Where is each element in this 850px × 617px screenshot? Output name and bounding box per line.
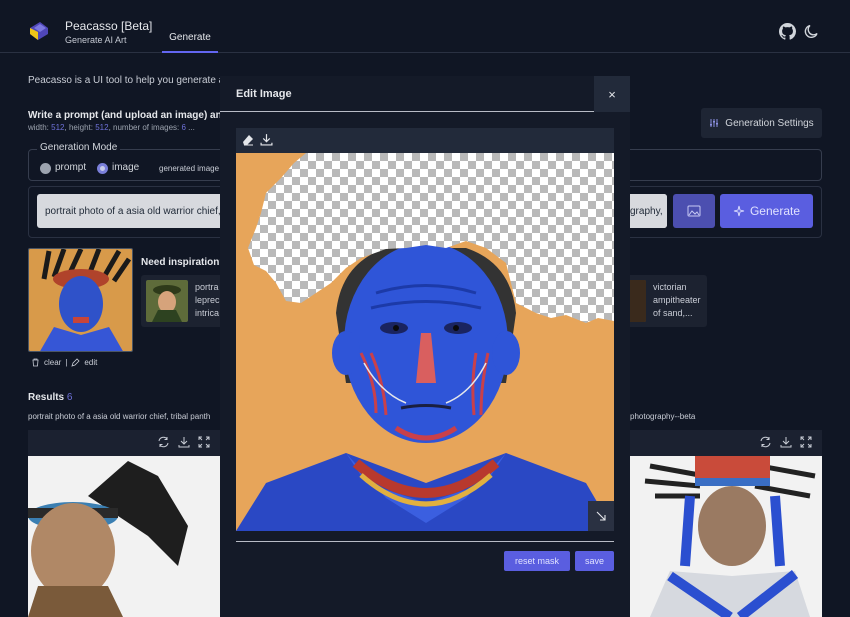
results-prompt-tail: photography--beta [630, 412, 696, 421]
sparkle-icon [733, 205, 745, 217]
app-subtitle: Generate AI Art [65, 35, 127, 45]
github-icon[interactable] [779, 23, 796, 40]
inspiration-card[interactable]: victorian ampitheater of sand,... [620, 275, 707, 327]
download-icon[interactable] [780, 436, 792, 448]
radio-image[interactable] [97, 163, 108, 174]
download-icon[interactable] [178, 436, 190, 448]
thumbnail-actions: clear | edit [31, 358, 97, 367]
mask-editor-canvas[interactable] [236, 153, 614, 531]
inspiration-card-image [146, 280, 188, 322]
prompt-section-title: Write a prompt (and upload an image) and… [28, 110, 237, 121]
warrior-portrait-image [29, 249, 132, 351]
download-icon[interactable] [260, 133, 273, 146]
generation-mode-legend: Generation Mode [37, 142, 121, 153]
edit-image-modal: Edit Image × reset mask save [220, 76, 630, 617]
height-value: 512 [95, 123, 109, 132]
actions-separator: | [65, 358, 68, 367]
app-header: Peacasso [Beta] Generate AI Art Generate [0, 0, 850, 53]
sliders-icon [710, 119, 719, 127]
eraser-icon[interactable] [241, 133, 255, 147]
results-count: 6 [66, 392, 73, 403]
generate-label: Generate [749, 204, 801, 218]
modal-divider [236, 541, 614, 542]
edit-button[interactable]: edit [84, 358, 97, 367]
tab-generate[interactable]: Generate [162, 27, 218, 53]
moon-icon[interactable] [804, 23, 820, 39]
resize-handle[interactable] [588, 501, 614, 531]
close-icon: × [608, 86, 616, 102]
generate-button[interactable]: Generate [720, 194, 813, 228]
result-actions [759, 436, 812, 448]
width-value: 512 [51, 123, 65, 132]
trash-icon [32, 358, 39, 367]
image-icon [687, 205, 701, 217]
radio-image-label[interactable]: image [112, 162, 139, 173]
generated-image-label: generated image [159, 164, 220, 173]
generation-settings-label: Generation Settings [725, 117, 814, 129]
results-prompt: portrait photo of a asia old warrior chi… [28, 412, 211, 421]
reset-mask-button[interactable]: reset mask [504, 551, 570, 571]
clear-button[interactable]: clear [44, 358, 61, 367]
result-image[interactable] [28, 456, 220, 617]
results-title: Results 6 [28, 392, 73, 403]
logo-icon[interactable] [28, 20, 50, 42]
modal-title: Edit Image [236, 88, 292, 100]
warrior-portrait-image [236, 153, 614, 531]
modal-header: Edit Image × [220, 76, 630, 112]
radio-prompt-label[interactable]: prompt [55, 162, 86, 173]
generation-settings-button[interactable]: Generation Settings [701, 108, 822, 138]
close-button[interactable]: × [594, 76, 630, 112]
result-actions [157, 436, 210, 448]
expand-icon[interactable] [198, 436, 210, 448]
upload-image-button[interactable] [673, 194, 715, 228]
inspiration-title: Need inspiration? [141, 257, 226, 268]
radio-prompt[interactable] [40, 163, 51, 174]
pencil-icon [71, 358, 80, 367]
uploaded-image-thumbnail[interactable] [28, 248, 133, 352]
save-button[interactable]: save [575, 551, 614, 571]
inspiration-card[interactable]: portra leprec intrica [141, 275, 231, 327]
dimension-summary: width: 512, height: 512, number of image… [28, 123, 195, 132]
edit-toolbar [236, 128, 614, 153]
intro-text: Peacasso is a UI tool to help you genera… [28, 75, 231, 86]
expand-icon[interactable] [800, 436, 812, 448]
result-image[interactable] [630, 456, 822, 617]
app-title: Peacasso [Beta] [65, 19, 153, 33]
refresh-icon[interactable] [759, 436, 772, 448]
refresh-icon[interactable] [157, 436, 170, 448]
inspiration-card-text: portra leprec intrica [195, 282, 220, 318]
resize-icon [596, 511, 606, 521]
inspiration-card-text: victorian ampitheater of sand,... [653, 282, 701, 318]
prompt-input-tail[interactable]: graphy, [630, 194, 667, 228]
